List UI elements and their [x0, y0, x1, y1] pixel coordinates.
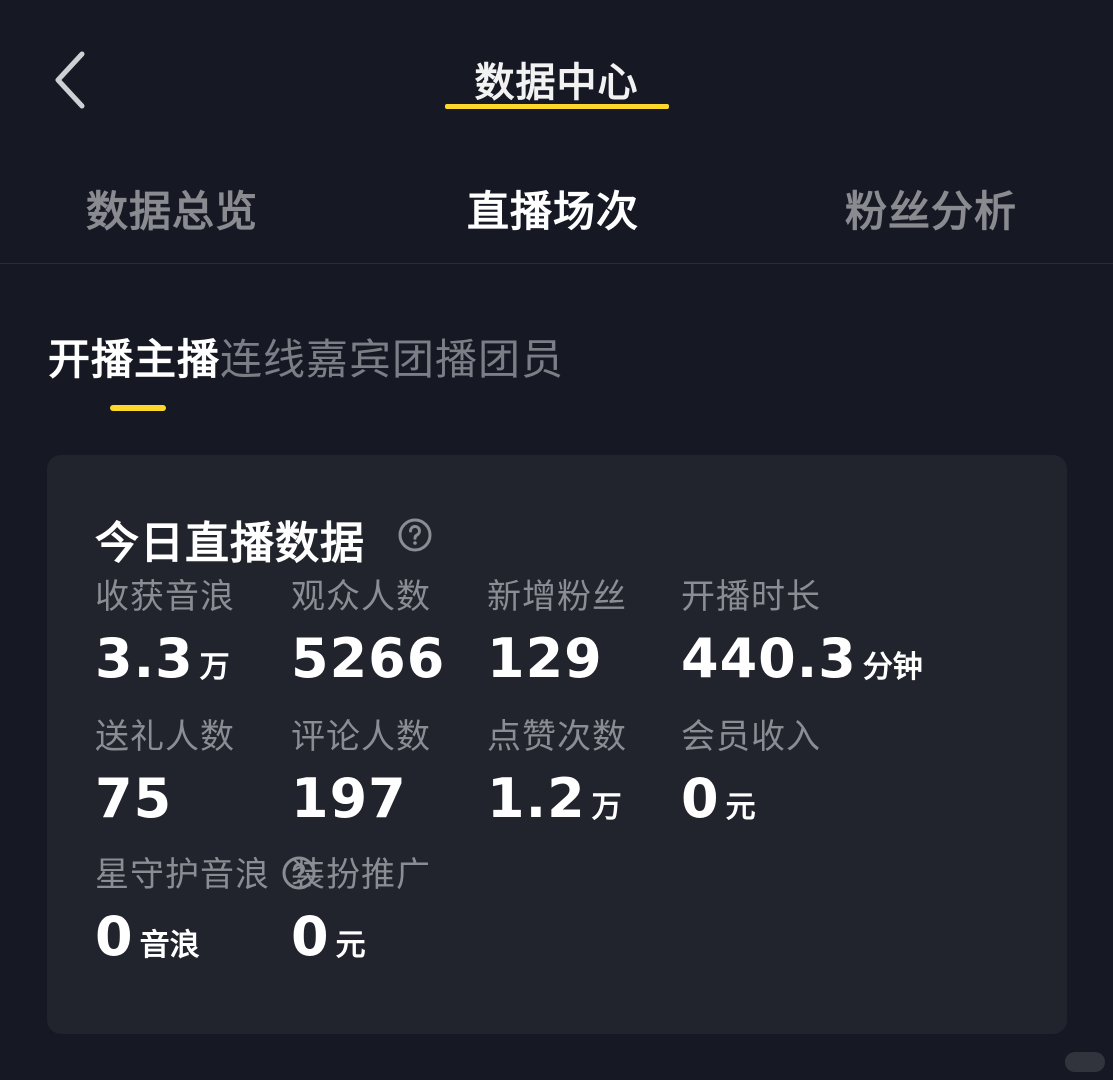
- metric-label: 评论人数: [291, 717, 431, 757]
- metric-value: 0: [95, 905, 134, 968]
- metric-sound-waves: 收获音浪 3.3 万: [95, 577, 235, 702]
- metric-value: 5266: [291, 627, 446, 690]
- subtab-guest[interactable]: 连线嘉宾: [220, 334, 392, 414]
- metric-unit: 音浪: [139, 928, 200, 963]
- metric-unit: 万: [591, 790, 622, 825]
- metric-value: 197: [291, 767, 407, 830]
- sub-tabs: 开播主播 连线嘉宾 团播团员: [48, 334, 564, 414]
- metric-unit: 元: [725, 790, 756, 825]
- metric-new-fans: 新增粉丝 129: [487, 577, 627, 702]
- metric-value: 1.2: [487, 767, 586, 830]
- tab-data-overview[interactable]: 数据总览: [86, 178, 258, 239]
- watermark: [1065, 1052, 1105, 1072]
- question-circle-icon[interactable]: [397, 517, 433, 553]
- subtab-streamer[interactable]: 开播主播: [48, 334, 220, 414]
- metric-value: 440.3: [681, 627, 857, 690]
- metric-value: 3.3: [95, 627, 194, 690]
- main-tabs: 数据总览 直播场次 粉丝分析: [0, 160, 1113, 264]
- subtab-group-member[interactable]: 团播团员: [392, 334, 564, 414]
- metric-unit: 元: [335, 928, 366, 963]
- metric-live-duration: 开播时长 440.3 分钟: [681, 577, 923, 702]
- metric-label: 开播时长: [681, 577, 821, 617]
- subtab-active-indicator: [110, 405, 166, 411]
- tabs-divider: [0, 263, 1113, 264]
- metric-star-guard-waves: 星守护音浪 0 音浪: [95, 855, 270, 980]
- metric-unit: 万: [199, 650, 230, 685]
- metric-label: 会员收入: [681, 717, 821, 757]
- today-live-data-card: 今日直播数据 收获音浪 3.3 万 观众人数 5266 新增粉丝 129 开播时长…: [47, 455, 1067, 1034]
- metric-value: 0: [291, 905, 330, 968]
- metric-value: 75: [95, 767, 173, 830]
- metric-label: 送礼人数: [95, 717, 235, 757]
- metric-membership-income: 会员收入 0元: [681, 717, 821, 842]
- tab-active-indicator: [445, 104, 669, 109]
- metric-value: 129: [487, 627, 603, 690]
- page-title: 数据中心: [474, 60, 639, 106]
- metric-label: 点赞次数: [487, 717, 627, 757]
- card-title: 今日直播数据: [95, 518, 365, 569]
- tab-live-sessions[interactable]: 直播场次: [467, 178, 639, 239]
- metric-commenters: 评论人数 197: [291, 717, 431, 842]
- metric-label: 星守护音浪: [95, 855, 270, 895]
- metric-label: 收获音浪: [95, 577, 235, 617]
- header: 数据中心: [0, 0, 1113, 160]
- metric-gift-senders: 送礼人数 75: [95, 717, 235, 842]
- data-center-page: 数据中心 数据总览 直播场次 粉丝分析 开播主播 连线嘉宾 团播团员 今日直播数…: [0, 0, 1113, 1080]
- metric-viewers: 观众人数 5266: [291, 577, 451, 702]
- metric-unit: 分钟: [862, 650, 923, 685]
- metric-value: 0: [681, 767, 720, 830]
- metric-likes: 点赞次数 1.2 万: [487, 717, 627, 842]
- metric-label: 新增粉丝: [487, 577, 627, 617]
- question-circle-icon[interactable]: [281, 855, 317, 891]
- metric-label: 观众人数: [291, 577, 431, 617]
- tab-fan-analysis[interactable]: 粉丝分析: [845, 178, 1017, 239]
